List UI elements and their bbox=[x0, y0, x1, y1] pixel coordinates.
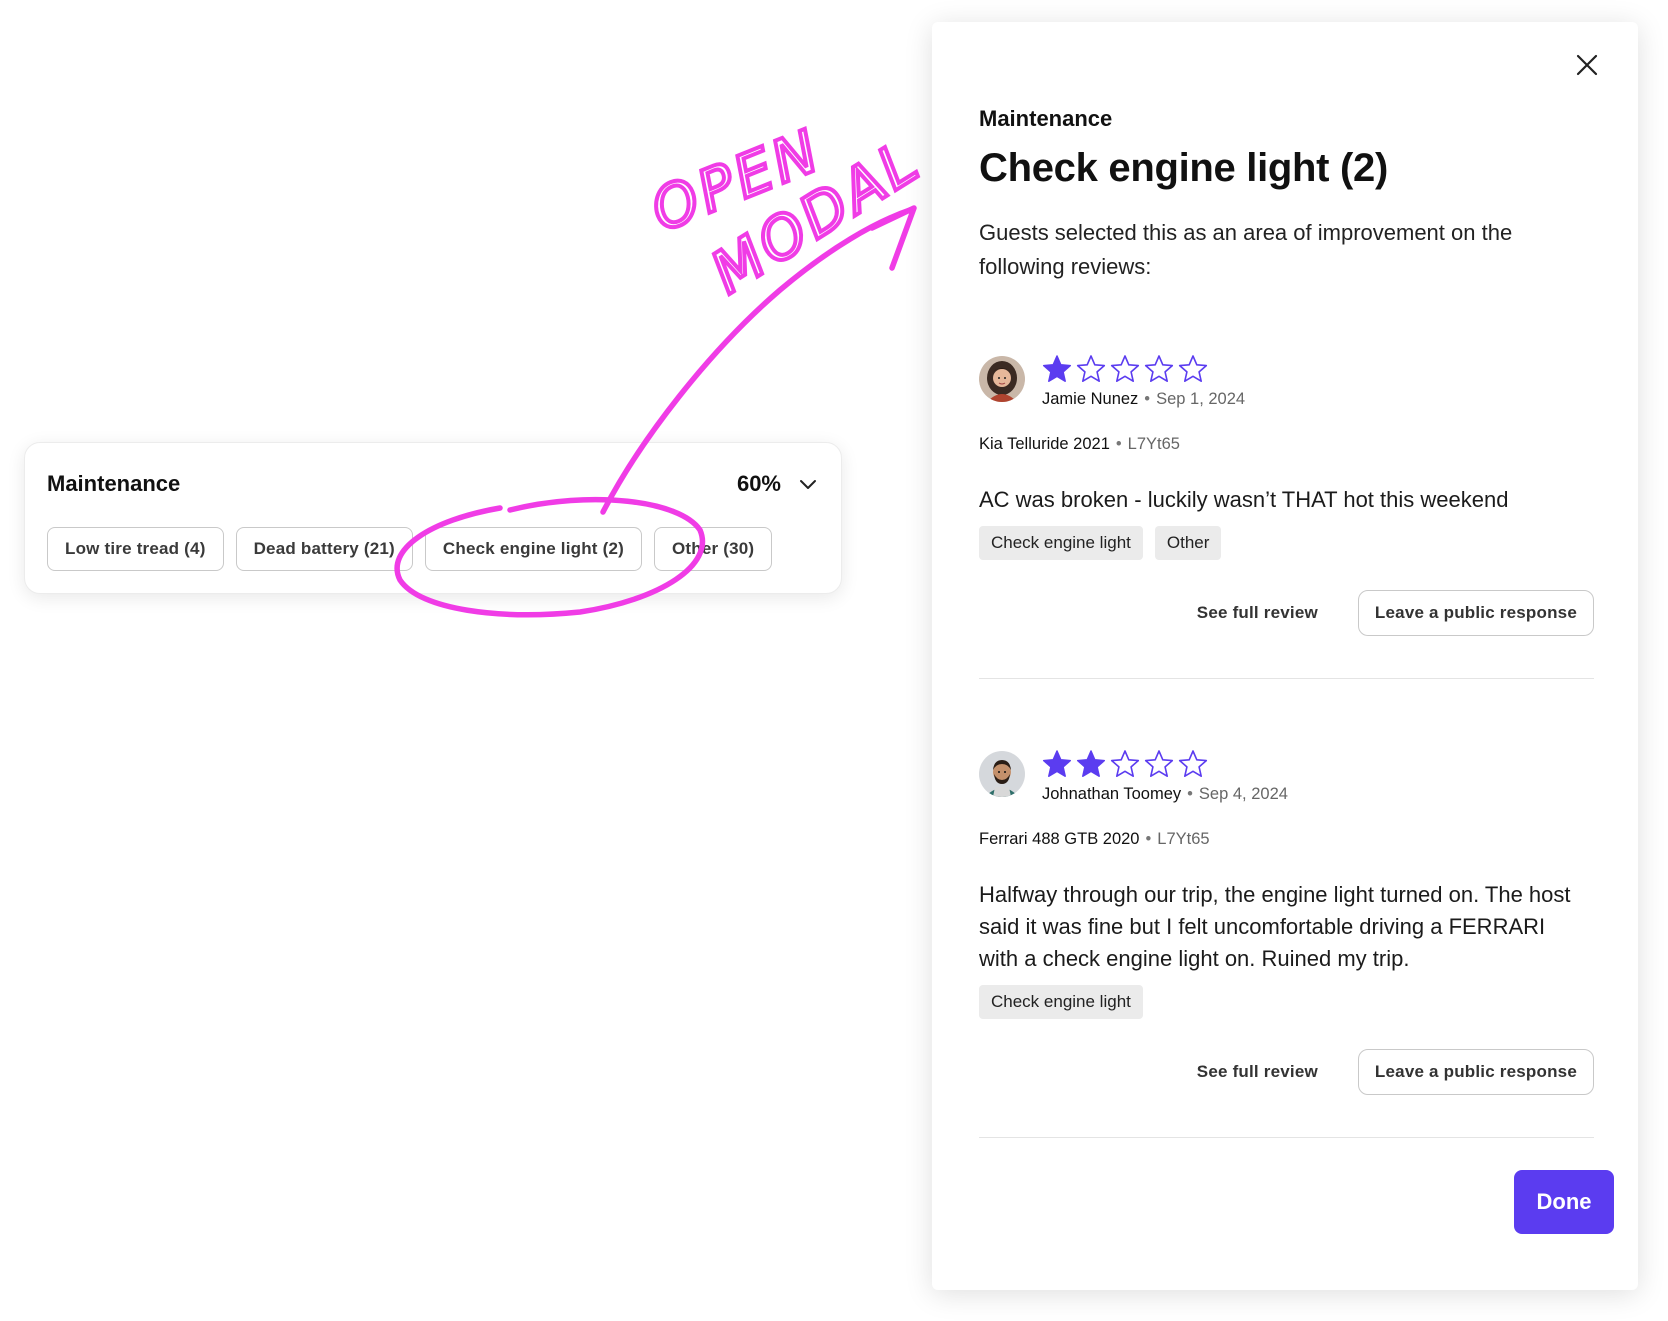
star-filled-icon bbox=[1042, 750, 1072, 777]
chevron-down-icon[interactable] bbox=[797, 473, 819, 495]
tag: Check engine light bbox=[979, 526, 1143, 560]
reviewer-name: Johnathan Toomey bbox=[1042, 785, 1182, 803]
tag: Check engine light bbox=[979, 985, 1143, 1019]
star-outline-icon bbox=[1178, 750, 1208, 778]
modal-eyebrow: Maintenance bbox=[979, 106, 1113, 131]
vehicle-line: Ferrari 488 GTB 2020 • L7Yt65 bbox=[979, 830, 1210, 848]
modal-title: Check engine light (2) bbox=[979, 146, 1389, 190]
tag-list: Check engine light Other bbox=[979, 526, 1594, 560]
annotation-arrowhead bbox=[869, 205, 917, 271]
annotation-text-open: OPEN bbox=[642, 116, 831, 245]
modal-description: Guests selected this as an area of impro… bbox=[979, 220, 1513, 279]
see-full-review-button[interactable]: See full review bbox=[1191, 602, 1324, 624]
star-filled-icon bbox=[1042, 355, 1072, 382]
card-percent: 60% bbox=[736, 471, 781, 496]
chip-group: Low tire tread (4) Dead battery (21) Che… bbox=[47, 527, 773, 571]
review-modal: Maintenance Check engine light (2) Guest… bbox=[932, 22, 1638, 1290]
star-outline-icon bbox=[1076, 355, 1106, 383]
close-icon[interactable] bbox=[1572, 50, 1602, 80]
star-outline-icon bbox=[1178, 355, 1208, 383]
review-text: AC was broken - luckily wasn’t THAT hot … bbox=[979, 487, 1509, 512]
tag: Other bbox=[1154, 526, 1222, 560]
leave-public-response-button[interactable]: Leave a public response bbox=[1357, 1049, 1594, 1095]
avatar bbox=[979, 751, 1025, 797]
review-text: Halfway through our trip, the engine lig… bbox=[979, 882, 1571, 971]
review-item: Jamie Nunez • Sep 1, 2024 Kia Telluride 20… bbox=[979, 354, 1594, 679]
chip-other[interactable]: Other (30) bbox=[653, 527, 773, 571]
category-card: Maintenance 60% Low tire tread (4) Dead … bbox=[24, 442, 842, 594]
see-full-review-button[interactable]: See full review bbox=[1191, 1061, 1324, 1083]
avatar bbox=[979, 356, 1025, 402]
review-date: Sep 1, 2024 bbox=[1156, 390, 1246, 408]
tag-list: Check engine light bbox=[979, 985, 1594, 1019]
review-date: Sep 4, 2024 bbox=[1198, 785, 1288, 803]
star-outline-icon bbox=[1144, 750, 1174, 778]
chip-low-tire-tread[interactable]: Low tire tread (4) bbox=[47, 527, 224, 571]
leave-public-response-button[interactable]: Leave a public response bbox=[1357, 590, 1594, 636]
star-rating bbox=[1042, 354, 1245, 386]
reviewer-line: Jamie Nunez • Sep 1, 2024 bbox=[1042, 390, 1246, 408]
star-outline-icon bbox=[1110, 750, 1140, 778]
vehicle-name: Ferrari 488 GTB 2020 bbox=[979, 830, 1140, 848]
star-filled-icon bbox=[1076, 750, 1106, 777]
reviewer-line: Johnathan Toomey • Sep 4, 2024 bbox=[1042, 785, 1288, 803]
vehicle-code: L7Yt65 bbox=[1127, 435, 1180, 453]
card-title: Maintenance bbox=[47, 471, 181, 496]
done-button[interactable]: Done bbox=[1514, 1170, 1614, 1234]
chip-check-engine-light[interactable]: Check engine light (2) bbox=[424, 527, 642, 571]
chip-dead-battery[interactable]: Dead battery (21) bbox=[235, 527, 413, 571]
reviewer-name: Jamie Nunez bbox=[1042, 390, 1139, 408]
star-outline-icon bbox=[1144, 355, 1174, 383]
star-outline-icon bbox=[1110, 355, 1140, 383]
annotation-text-modal: MODAL bbox=[699, 126, 932, 307]
vehicle-line: Kia Telluride 2021 • L7Yt65 bbox=[979, 435, 1180, 453]
vehicle-code: L7Yt65 bbox=[1157, 830, 1210, 848]
vehicle-name: Kia Telluride 2021 bbox=[979, 435, 1110, 453]
star-rating bbox=[1042, 749, 1288, 781]
review-item: Johnathan Toomey • Sep 4, 2024 Ferrari 488… bbox=[979, 749, 1594, 1138]
